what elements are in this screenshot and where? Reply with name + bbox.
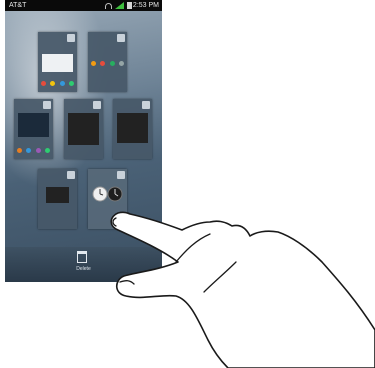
pointing-hand-icon — [110, 211, 375, 368]
